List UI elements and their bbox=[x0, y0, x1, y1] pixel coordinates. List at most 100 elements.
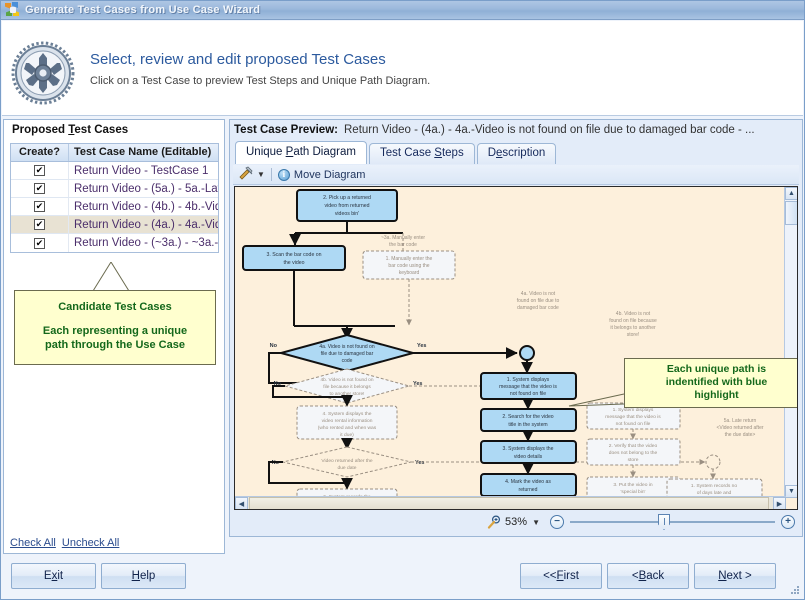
svg-text:title in the system: title in the system bbox=[508, 422, 547, 428]
svg-text:2. Verify that the video: 2. Verify that the video bbox=[609, 443, 658, 449]
svg-text:message that the video is: message that the video is bbox=[499, 384, 557, 390]
move-diagram-label[interactable]: Move Diagram bbox=[294, 169, 366, 181]
create-checkbox[interactable] bbox=[34, 183, 45, 194]
scroll-down-button[interactable]: ▼ bbox=[785, 485, 797, 498]
svg-text:the video: the video bbox=[283, 260, 304, 266]
unique-path-callout: Each unique path is indentified with blu… bbox=[624, 358, 797, 408]
table-row[interactable]: Return Video - (5a.) - 5a.-Lat... bbox=[11, 180, 218, 198]
scroll-right-button[interactable]: ▶ bbox=[773, 497, 786, 509]
zoom-in-button[interactable]: + bbox=[781, 515, 795, 529]
table-row[interactable]: Return Video - TestCase 1 bbox=[11, 162, 218, 180]
svg-text:the due date>: the due date> bbox=[725, 432, 756, 438]
table-row-selected[interactable]: Return Video - (4a.) - 4a.-Vid... bbox=[11, 216, 218, 234]
svg-text:4b. Video is not found on: 4b. Video is not found on bbox=[321, 377, 374, 383]
svg-text:due date: due date bbox=[337, 465, 356, 471]
diagram-vertical-scrollbar[interactable]: ▲ ▼ bbox=[784, 187, 797, 498]
zoom-slider[interactable] bbox=[570, 514, 775, 530]
tab-description[interactable]: Description bbox=[476, 143, 557, 164]
table-header-row: Create? Test Case Name (Editable) bbox=[11, 144, 218, 162]
test-case-name[interactable]: Return Video - (5a.) - 5a.-Lat... bbox=[69, 183, 218, 195]
create-checkbox[interactable] bbox=[34, 219, 45, 230]
check-all-link[interactable]: Check All bbox=[10, 537, 56, 549]
callout-line-3: path through the Use Case bbox=[45, 339, 185, 351]
vertical-scroll-thumb[interactable] bbox=[785, 201, 797, 225]
zoom-out-button[interactable]: − bbox=[550, 515, 564, 529]
svg-text:it belongs to another: it belongs to another bbox=[610, 325, 656, 331]
svg-text:video details: video details bbox=[514, 454, 543, 460]
svg-text:Video returned after the: Video returned after the bbox=[321, 458, 373, 464]
scroll-up-button[interactable]: ▲ bbox=[785, 187, 797, 200]
svg-text:damaged bar code: damaged bar code bbox=[517, 305, 559, 311]
next-button[interactable]: Next > bbox=[694, 563, 776, 589]
svg-text:bar code using the: bar code using the bbox=[388, 263, 429, 269]
create-checkbox[interactable] bbox=[34, 237, 45, 249]
create-checkbox[interactable] bbox=[34, 201, 45, 212]
svg-text:3. Scan the bar code on: 3. Scan the bar code on bbox=[266, 252, 321, 258]
wizard-window: Generate Test Cases from Use Case Wizard bbox=[0, 0, 805, 600]
svg-text:4b. Video is not: 4b. Video is not bbox=[616, 311, 651, 317]
svg-text:videos bin': videos bin' bbox=[335, 211, 359, 217]
svg-text:Yes: Yes bbox=[415, 460, 424, 466]
toolbar-divider bbox=[270, 168, 272, 181]
svg-text:code: code bbox=[342, 358, 353, 364]
tab-test-case-steps[interactable]: Test Case Steps bbox=[368, 143, 475, 164]
unique-path-diagram-viewport[interactable]: 2. Pick up a returned video from returne… bbox=[234, 186, 798, 510]
test-cases-table: Create? Test Case Name (Editable) Return… bbox=[10, 143, 219, 253]
svg-text:5a. Late return: 5a. Late return bbox=[724, 418, 757, 424]
table-row[interactable]: Return Video - (4b.) - 4b.-Vid... bbox=[11, 198, 218, 216]
callout-pointer bbox=[89, 261, 133, 292]
test-case-name[interactable]: Return Video - (~3a.) - ~3a.-... bbox=[69, 237, 218, 249]
info-icon: i bbox=[277, 168, 290, 181]
wizard-header: Select, review and edit proposed Test Ca… bbox=[2, 21, 803, 116]
svg-text:No: No bbox=[270, 343, 278, 349]
svg-text:<Video returned after: <Video returned after bbox=[716, 425, 763, 431]
proposed-test-cases-panel: Proposed Test Cases Create? Test Case Na… bbox=[3, 119, 225, 554]
horizontal-scroll-thumb[interactable] bbox=[249, 497, 769, 509]
magnifier-plus-icon bbox=[487, 515, 501, 529]
uncheck-all-link[interactable]: Uncheck All bbox=[62, 537, 119, 549]
exit-button[interactable]: Ex it bbox=[11, 563, 96, 589]
diagram-horizontal-scrollbar[interactable]: ◀ ▶ bbox=[235, 496, 786, 509]
zoom-slider-thumb[interactable] bbox=[658, 514, 670, 530]
diagram-callout-line-1: Each unique path is bbox=[666, 363, 767, 375]
chevron-down-icon[interactable]: ▼ bbox=[532, 518, 540, 527]
svg-text:keyboard: keyboard bbox=[399, 270, 420, 276]
candidate-test-cases-callout: Candidate Test Cases Each representing a… bbox=[14, 290, 216, 365]
help-button[interactable]: Help bbox=[101, 563, 186, 589]
diagram-callout-line-2: indentified with blue bbox=[665, 376, 768, 388]
svg-text:4a. Video is not found on: 4a. Video is not found on bbox=[319, 344, 374, 350]
create-checkbox-cell[interactable] bbox=[11, 180, 69, 197]
page-title: Select, review and edit proposed Test Ca… bbox=[90, 51, 386, 68]
svg-text:not found on file: not found on file bbox=[510, 391, 546, 397]
test-case-name[interactable]: Return Video - (4a.) - 4a.-Vid... bbox=[69, 219, 218, 231]
svg-text:1. System records no: 1. System records no bbox=[691, 483, 737, 489]
svg-text:message that the video is: message that the video is bbox=[605, 414, 661, 420]
test-case-name[interactable]: Return Video - (4b.) - 4b.-Vid... bbox=[69, 201, 218, 213]
svg-text:4. Mark the video as: 4. Mark the video as bbox=[505, 479, 551, 485]
create-checkbox-cell[interactable] bbox=[11, 216, 69, 233]
scroll-left-button[interactable]: ◀ bbox=[235, 497, 248, 509]
check-all-links: Check All Uncheck All bbox=[10, 537, 125, 549]
svg-text:video from returned: video from returned bbox=[325, 203, 370, 209]
tools-icon[interactable] bbox=[239, 166, 254, 183]
resize-grip[interactable] bbox=[790, 585, 800, 595]
svg-text:returned: returned bbox=[519, 487, 538, 493]
create-checkbox[interactable] bbox=[34, 165, 45, 176]
svg-text:file due to damaged bar: file due to damaged bar bbox=[321, 351, 374, 357]
tab-unique-path-diagram[interactable]: Unique Path Diagram bbox=[235, 141, 367, 164]
zoom-percent: 53% bbox=[505, 516, 528, 528]
first-button[interactable]: << First bbox=[520, 563, 602, 589]
test-case-name[interactable]: Return Video - TestCase 1 bbox=[69, 165, 218, 177]
callout-line-1: Candidate Test Cases bbox=[58, 301, 172, 313]
preview-label: Test Case Preview: bbox=[234, 124, 338, 136]
diagram-callout-line-3: highlight bbox=[694, 389, 739, 401]
back-button[interactable]: < Back bbox=[607, 563, 689, 589]
diagram-canvas: 2. Pick up a returned video from returne… bbox=[235, 187, 797, 509]
create-checkbox-cell[interactable] bbox=[11, 198, 69, 215]
callout-line-2: Each representing a unique bbox=[42, 325, 188, 337]
table-row[interactable]: Return Video - (~3a.) - ~3a.-... bbox=[11, 234, 218, 252]
create-checkbox-cell[interactable] bbox=[11, 162, 69, 179]
chevron-down-icon[interactable]: ▼ bbox=[257, 170, 265, 179]
create-checkbox-cell[interactable] bbox=[11, 234, 69, 252]
svg-text:~3a. Manually enter: ~3a. Manually enter bbox=[381, 235, 425, 241]
